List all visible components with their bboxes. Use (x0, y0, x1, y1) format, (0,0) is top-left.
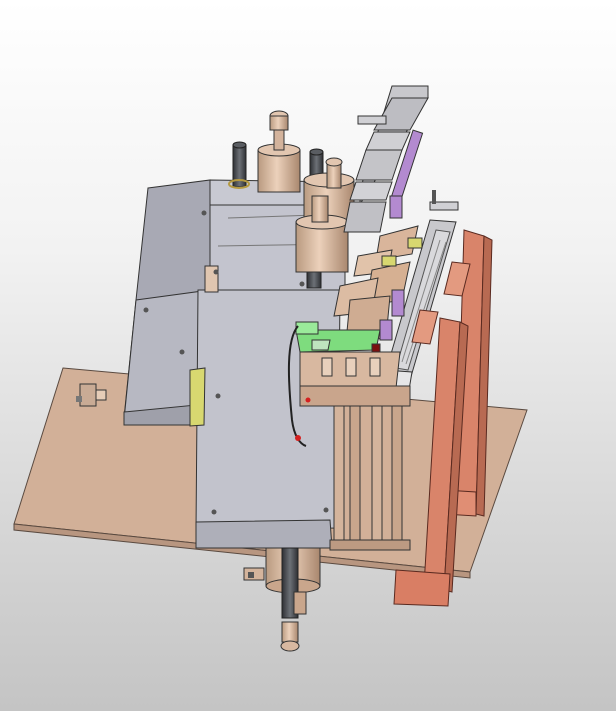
machine-model (13, 85, 528, 652)
screw-icon (143, 307, 149, 313)
screw-icon (299, 281, 305, 287)
screw-icon (179, 349, 185, 355)
screw-icon (213, 269, 219, 275)
screw-icon (323, 507, 329, 513)
indicator-light-icon (305, 397, 311, 403)
indicator-light-icon (295, 435, 301, 441)
screw-icon (215, 393, 221, 399)
screw-icon (211, 509, 217, 515)
lower-carriage (299, 351, 411, 407)
screw-icon (201, 210, 207, 216)
cylinder-bottom (243, 547, 321, 652)
cylinder-top-left (257, 110, 301, 193)
cad-viewport[interactable] (0, 0, 616, 711)
